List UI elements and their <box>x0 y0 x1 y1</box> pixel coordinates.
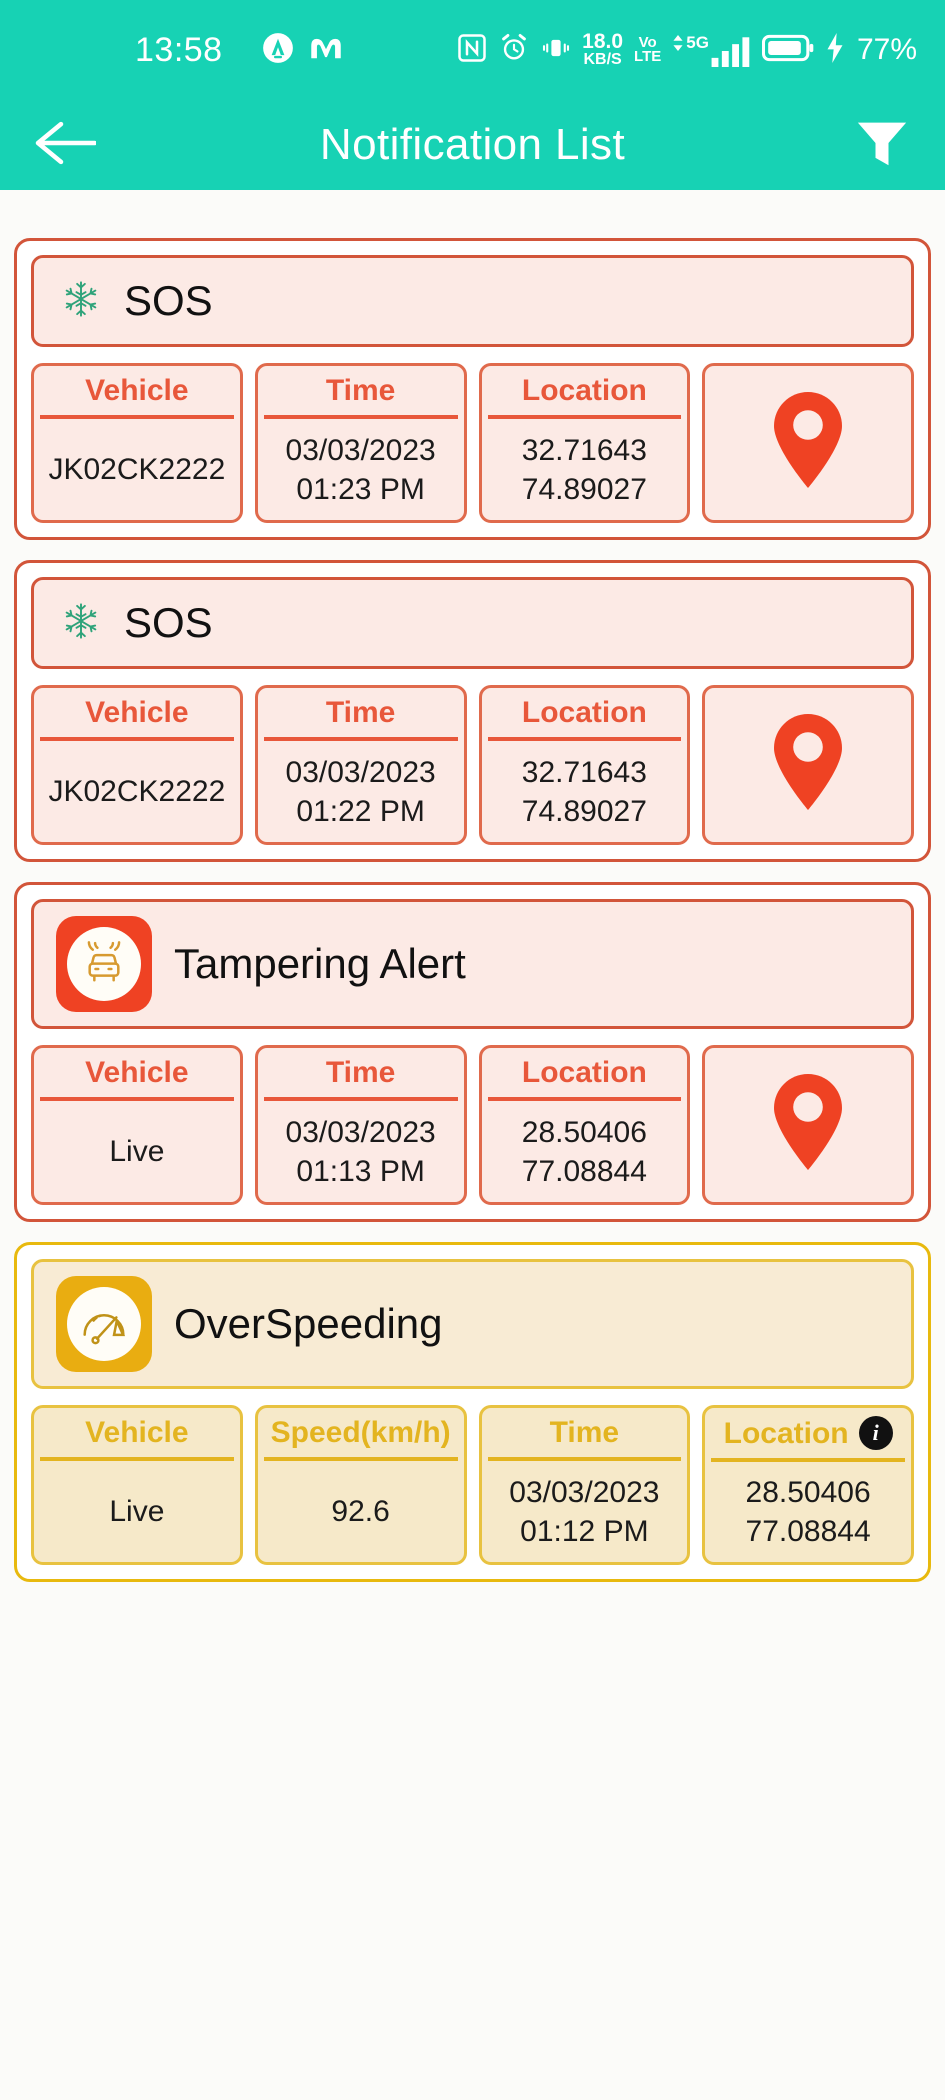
map-pin-icon <box>770 712 846 817</box>
card-type-badge <box>56 916 152 1012</box>
cell-time: Time 03/03/2023 01:13 PM <box>254 1045 467 1205</box>
cell-value: 32.71643 74.89027 <box>521 755 647 828</box>
cell-header: Location <box>487 1056 682 1101</box>
cell-header: Time <box>263 374 458 419</box>
map-pin-icon <box>770 1072 846 1177</box>
cell-value: 92.6 <box>331 1495 390 1528</box>
cell-value: JK02CK2222 <box>48 453 226 486</box>
cell-header: Speed(km/h) <box>263 1416 458 1461</box>
filter-icon <box>853 117 911 174</box>
data-rate-indicator: 18.0 KB/S <box>582 30 624 69</box>
card-title: Tampering Alert <box>174 940 466 987</box>
open-map-button[interactable] <box>702 1045 914 1205</box>
cell-value: JK02CK2222 <box>48 775 226 808</box>
snowflake-icon <box>60 278 102 325</box>
notification-list-screen: 13:58 18.0 KB/S Vo LTE 5G 77% Notificati… <box>0 0 945 2100</box>
signal-bars-icon: 5G <box>672 33 751 67</box>
vibrate-icon <box>541 33 571 68</box>
status-bar-notification-icons <box>261 31 343 70</box>
cell-value: Live <box>109 1135 165 1168</box>
status-bar-clock: 13:58 <box>135 31 223 69</box>
cell-location: Location i 28.50406 77.08844 <box>702 1405 914 1565</box>
app-bar: Notification List <box>0 100 945 190</box>
charging-bolt-icon <box>825 32 845 68</box>
cell-vehicle: Vehicle Live <box>31 1405 243 1565</box>
card-title: SOS <box>124 277 213 324</box>
app-m-icon <box>309 35 343 66</box>
card-type-badge <box>56 1276 152 1372</box>
cell-header: Location <box>487 374 682 419</box>
snowflake-icon <box>60 600 102 647</box>
cell-header: Vehicle <box>40 374 234 419</box>
volte-icon: Vo LTE <box>634 35 662 65</box>
data-rate-unit: KB/S <box>583 51 622 69</box>
status-bar: 13:58 18.0 KB/S Vo LTE 5G 77% <box>0 0 945 100</box>
network-type-label: 5G <box>672 33 709 53</box>
notification-card[interactable]: SOS Vehicle JK02CK2222 Time 03/03/2023 01… <box>14 238 931 540</box>
card-header: SOS <box>31 577 914 669</box>
info-icon[interactable]: i <box>858 1416 893 1450</box>
open-map-button[interactable] <box>702 363 914 523</box>
card-title: OverSpeeding <box>174 1300 443 1347</box>
app-a-icon <box>261 31 295 70</box>
open-map-button[interactable] <box>702 685 914 845</box>
map-pin-icon <box>770 390 846 495</box>
nfc-icon <box>457 33 487 68</box>
card-header: Tampering Alert <box>31 899 914 1029</box>
cell-value: 32.71643 74.89027 <box>521 433 647 506</box>
cell-vehicle: Vehicle JK02CK2222 <box>31 685 243 845</box>
back-button[interactable] <box>34 120 97 171</box>
cell-speed: Speed(km/h) 92.6 <box>254 1405 467 1565</box>
cell-time: Time 03/03/2023 01:23 PM <box>254 363 467 523</box>
cell-location: Location 32.71643 74.89027 <box>478 685 691 845</box>
cell-header: Time <box>263 1056 458 1101</box>
cell-vehicle: Vehicle JK02CK2222 <box>31 363 243 523</box>
page-title: Notification List <box>319 120 626 169</box>
speedometer-icon <box>67 1287 141 1361</box>
cell-header: Vehicle <box>40 696 234 741</box>
card-title: SOS <box>124 599 213 646</box>
cell-time: Time 03/03/2023 01:22 PM <box>254 685 467 845</box>
battery-percent-label: 77% <box>856 33 917 66</box>
card-detail-row: Vehicle Live Time 03/03/2023 01:13 PM Loc… <box>31 1045 914 1205</box>
notification-list: SOS Vehicle JK02CK2222 Time 03/03/2023 01… <box>0 190 945 1582</box>
cell-header: Vehicle <box>40 1416 234 1461</box>
battery-icon <box>761 34 814 67</box>
notification-card[interactable]: OverSpeeding Vehicle Live Speed(km/h) 92… <box>14 1242 931 1582</box>
cell-header: Location <box>487 696 682 741</box>
cell-header: Time <box>487 1416 682 1461</box>
cell-value: 03/03/2023 01:23 PM <box>285 433 436 506</box>
volte-line-2: LTE <box>634 48 662 65</box>
cell-header: Time <box>263 696 458 741</box>
cell-time: Time 03/03/2023 01:12 PM <box>478 1405 691 1565</box>
cell-header: Location i <box>711 1416 905 1462</box>
cell-value: 03/03/2023 01:22 PM <box>285 755 436 828</box>
alarm-icon <box>498 32 530 69</box>
back-arrow-icon <box>34 120 97 171</box>
cell-location: Location 32.71643 74.89027 <box>478 363 691 523</box>
cell-location: Location 28.50406 77.08844 <box>478 1045 691 1205</box>
car-tamper-icon <box>67 927 141 1001</box>
notification-card[interactable]: Tampering Alert Vehicle Live Time 03/03/… <box>14 882 931 1222</box>
cell-value: 28.50406 77.08844 <box>521 1115 647 1188</box>
cell-vehicle: Vehicle Live <box>31 1045 243 1205</box>
cell-value: 03/03/2023 01:12 PM <box>509 1475 660 1548</box>
notification-card[interactable]: SOS Vehicle JK02CK2222 Time 03/03/2023 01… <box>14 560 931 862</box>
card-detail-row: Vehicle JK02CK2222 Time 03/03/2023 01:23 … <box>31 363 914 523</box>
data-rate-value: 18.0 <box>582 30 624 54</box>
filter-button[interactable] <box>853 117 911 174</box>
card-detail-row: Vehicle Live Speed(km/h) 92.6 Time 03/03… <box>31 1405 914 1565</box>
cell-value: Live <box>109 1495 165 1528</box>
cell-header: Vehicle <box>40 1056 234 1101</box>
card-detail-row: Vehicle JK02CK2222 Time 03/03/2023 01:22 … <box>31 685 914 845</box>
cell-value: 28.50406 77.08844 <box>745 1476 871 1548</box>
status-bar-system-icons: 18.0 KB/S Vo LTE 5G 77% <box>457 30 917 69</box>
card-header: SOS <box>31 255 914 347</box>
cell-header-label: Location <box>723 1416 849 1450</box>
cell-value: 03/03/2023 01:13 PM <box>285 1115 436 1188</box>
card-header: OverSpeeding <box>31 1259 914 1389</box>
